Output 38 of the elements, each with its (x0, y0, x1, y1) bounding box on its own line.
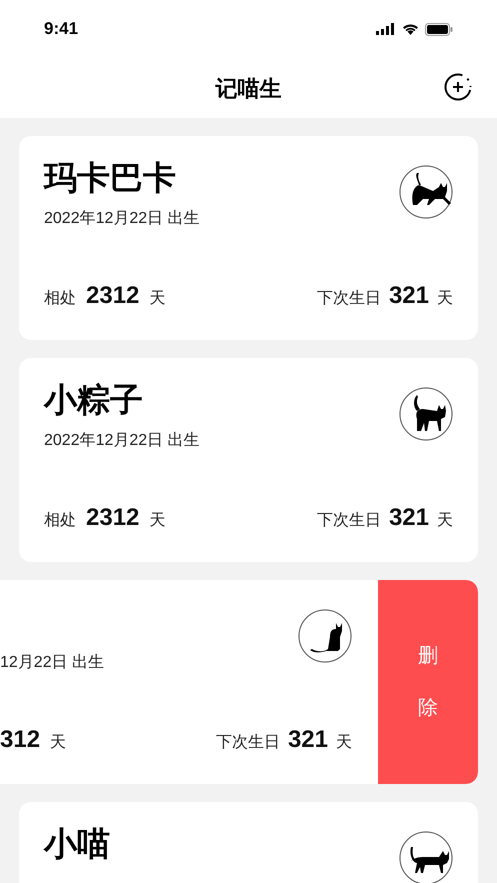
next-birthday-days: 321 (388, 500, 429, 536)
together-days: 2312 (86, 500, 140, 536)
cat-icon (399, 387, 453, 441)
day-unit: 天 (50, 733, 66, 753)
together-days: 2312 (86, 278, 140, 314)
cat-name: 玛卡巴卡 (44, 160, 176, 194)
birth-date: 12月22日 出生 (0, 652, 104, 673)
cat-icon (298, 609, 352, 663)
cat-icon (399, 165, 453, 219)
add-button[interactable] (443, 71, 473, 101)
day-unit: 天 (437, 289, 453, 309)
birth-date: 2022年12月22日 出生 (44, 430, 200, 451)
together-label: 相处 (44, 510, 76, 531)
day-unit: 天 (149, 511, 166, 531)
birth-date: 2022年12月22日 出生 (44, 208, 200, 229)
battery-icon (425, 22, 453, 36)
wifi-icon (402, 23, 419, 35)
cat-name: 小粽子 (44, 382, 143, 416)
swiped-cat-card[interactable]: 12月22日 出生 312 天 下次生日 321 天 删 除 (0, 580, 478, 784)
cat-name: 小喵 (44, 826, 110, 860)
next-birthday-label: 下次生日 (316, 288, 381, 309)
page-title: 记喵生 (216, 74, 282, 102)
next-birthday-label: 下次生日 (216, 732, 280, 753)
day-unit: 天 (437, 511, 453, 531)
together-days: 312 (0, 722, 40, 758)
status-time: 9:41 (44, 18, 78, 40)
next-birthday-days: 321 (388, 278, 429, 314)
cat-card[interactable]: 小喵 (19, 802, 478, 883)
cat-card[interactable]: 玛卡巴卡 2022年12月22日 出生 相处 2312 天 下次生日 321 天 (19, 136, 478, 340)
day-unit: 天 (149, 289, 166, 309)
next-birthday-days: 321 (288, 722, 328, 758)
add-icon (443, 71, 473, 101)
cat-icon (399, 831, 453, 883)
signal-icon (376, 23, 396, 35)
day-unit: 天 (336, 733, 352, 753)
cat-card[interactable]: 小粽子 2022年12月22日 出生 相处 2312 天 下次生日 321 天 (19, 358, 478, 562)
next-birthday-label: 下次生日 (316, 510, 381, 531)
together-label: 相处 (44, 288, 76, 309)
